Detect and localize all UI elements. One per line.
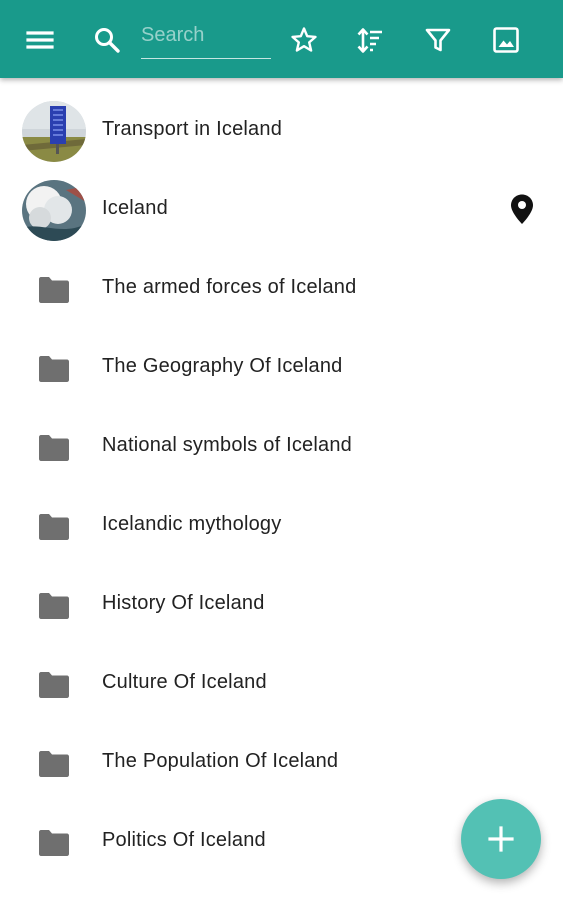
folder-icon [22,654,86,715]
item-label: Transport in Iceland [102,118,283,140]
list-item[interactable]: Transport in Iceland [0,92,563,171]
folder-icon [22,812,86,873]
list-item[interactable]: Culture Of Iceland [0,645,563,724]
list-item[interactable]: National symbols of Iceland [0,408,563,487]
app-toolbar [0,0,563,78]
item-label: Politics Of Iceland [102,829,266,851]
search-icon[interactable] [91,22,123,58]
item-label: National symbols of Iceland [102,434,352,456]
star-outline-icon[interactable] [288,22,320,58]
item-label: Culture Of Iceland [102,671,267,693]
list-item[interactable]: The armed forces of Iceland [0,250,563,329]
folder-icon [22,496,86,557]
list-item[interactable]: History Of Iceland [0,566,563,645]
item-label: Iceland [102,197,168,219]
item-label: The Population Of Iceland [102,750,339,772]
add-button[interactable] [461,799,541,879]
folder-icon [22,338,86,399]
item-thumbnail [22,101,86,162]
item-label: The Geography Of Iceland [102,355,343,377]
search-input[interactable] [141,20,269,50]
folder-icon [22,733,86,794]
list-item[interactable]: Iceland [0,171,563,250]
list-item[interactable]: The Geography Of Iceland [0,329,563,408]
plus-icon [488,826,514,852]
item-thumbnail [22,180,86,241]
search-field [141,18,271,59]
item-label: History Of Iceland [102,592,265,614]
filter-icon[interactable] [422,22,454,58]
folder-icon [22,417,86,478]
sort-icon[interactable] [354,22,386,58]
map-pin-icon[interactable] [509,193,535,225]
folder-icon [22,259,86,320]
item-label: Icelandic mythology [102,513,282,535]
list-item[interactable]: The Population Of Iceland [0,724,563,803]
menu-icon[interactable] [24,22,56,58]
item-label: The armed forces of Iceland [102,276,357,298]
folder-icon [22,575,86,636]
image-icon[interactable] [490,22,522,58]
list-item[interactable]: Icelandic mythology [0,487,563,566]
item-list: Transport in Iceland Iceland The armed f… [0,92,563,882]
